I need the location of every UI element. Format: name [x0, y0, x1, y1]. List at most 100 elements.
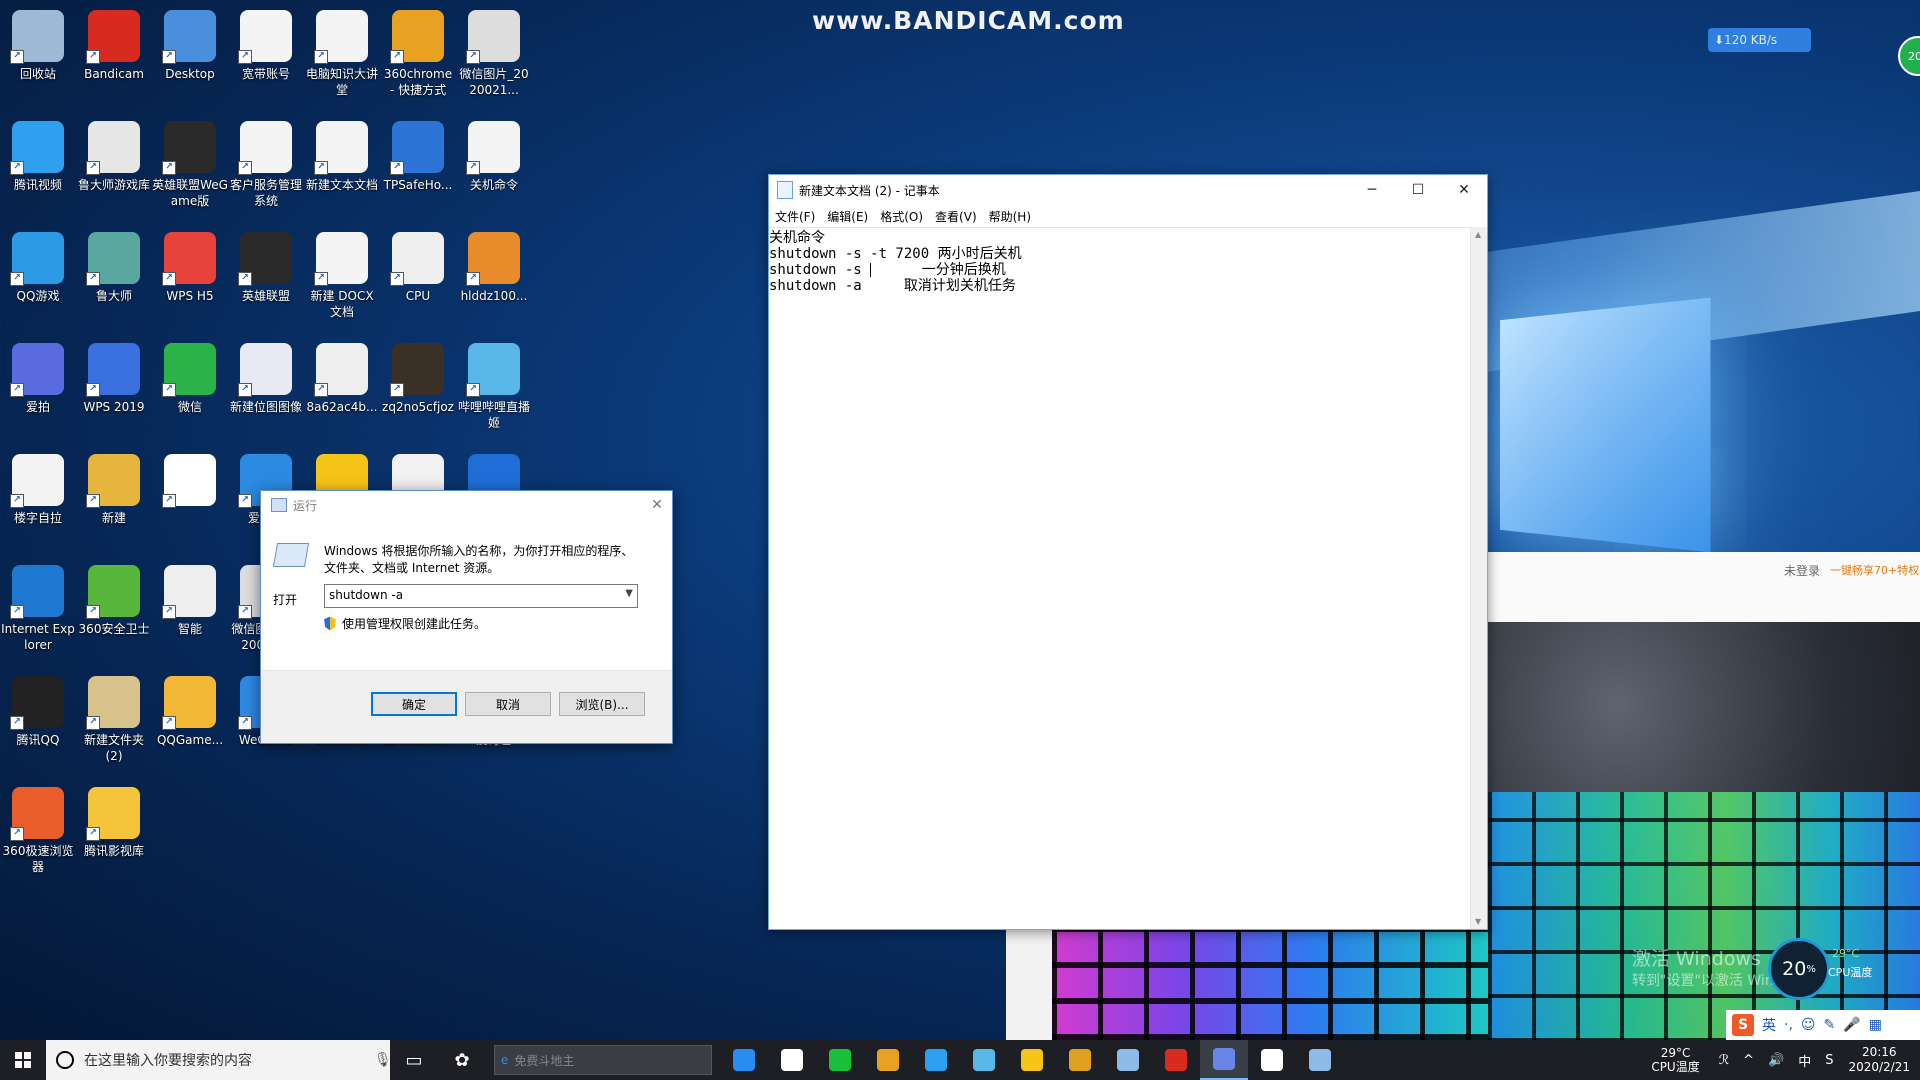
desktop-icon[interactable]: ↗ TPSafeHo...: [380, 115, 456, 193]
desktop-icon[interactable]: ↗ 8a62ac4b...: [304, 337, 380, 415]
desktop-icon[interactable]: ↗ QQGame...: [152, 670, 228, 748]
ime-voice-icon[interactable]: 🎤: [1843, 1017, 1860, 1033]
desktop-icon[interactable]: ↗ 新建文本文档: [304, 115, 380, 193]
ime-lang-toggle[interactable]: 英: [1762, 1015, 1776, 1035]
desktop-icon[interactable]: ↗ 智能: [152, 559, 228, 637]
desktop-icon[interactable]: ↗ 英雄联盟: [228, 226, 304, 304]
desktop-icon[interactable]: ↗ 电脑知识大讲堂: [304, 4, 380, 98]
ime-toolbox-icon[interactable]: ▦: [1869, 1017, 1882, 1033]
desktop-icon[interactable]: ↗ CPU: [380, 226, 456, 304]
run-titlebar[interactable]: 运行 ✕: [261, 491, 672, 519]
iqiyi-icon[interactable]: [816, 1040, 864, 1080]
minimize-button[interactable]: ─: [1349, 175, 1395, 205]
notepad-titlebar[interactable]: 新建文本文档 (2) - 记事本 ─ ☐ ✕: [769, 175, 1487, 205]
menu-edit[interactable]: 编辑(E): [827, 208, 868, 225]
start-button[interactable]: [0, 1040, 46, 1080]
game-search-box[interactable]: e 免费斗地主: [494, 1045, 712, 1075]
browse-button[interactable]: 浏览(B)...: [559, 692, 645, 716]
green-status-badge[interactable]: 20: [1898, 36, 1920, 76]
ime-emoji-icon[interactable]: ☺: [1801, 1017, 1816, 1033]
baidu-netdisk-icon[interactable]: [1248, 1040, 1296, 1080]
menu-help[interactable]: 帮助(H): [989, 208, 1031, 225]
notepad-icon[interactable]: [1104, 1040, 1152, 1080]
desktop-icon[interactable]: ↗ 鲁大师: [76, 226, 152, 304]
app-icon: ↗: [10, 121, 64, 175]
desktop-icon[interactable]: ↗ 英雄联盟WeGame版: [152, 115, 228, 209]
desktop-icon[interactable]: ↗ Desktop: [152, 4, 228, 82]
ok-button[interactable]: 确定: [371, 692, 457, 716]
desktop-icon[interactable]: ↗ WPS H5: [152, 226, 228, 304]
chevron-up-icon[interactable]: ^: [1736, 1053, 1761, 1068]
menu-format[interactable]: 格式(O): [880, 208, 923, 225]
desktop-icon[interactable]: ↗ 回收站: [0, 4, 76, 82]
desktop-icon[interactable]: ↗ Bandicam: [76, 4, 152, 82]
desktop-icon[interactable]: ↗ 腾讯QQ: [0, 670, 76, 748]
desktop-icon[interactable]: ↗ 新建文件夹 (2): [76, 670, 152, 764]
people-icon[interactable]: ℛ: [1712, 1053, 1736, 1068]
scroll-down-icon[interactable]: ▼: [1475, 917, 1481, 926]
menu-file[interactable]: 文件(F): [775, 208, 815, 225]
scroll-up-icon[interactable]: ▲: [1475, 230, 1481, 239]
notepad-text-area[interactable]: 关机命令 shutdown -s -t 7200 两小时后关机 shutdown -…: [769, 227, 1471, 929]
desktop-icon[interactable]: ↗ 微信: [152, 337, 228, 415]
mic-icon[interactable]: 🎙: [374, 1052, 392, 1068]
task-view-icon[interactable]: ▭: [390, 1040, 438, 1080]
bandicam-icon[interactable]: [1152, 1040, 1200, 1080]
desktop-icon[interactable]: ↗ 新建位图图像: [228, 337, 304, 415]
promo-link[interactable]: 一键畅享70+特权: [1830, 562, 1919, 578]
ime-punct-icon[interactable]: ·,: [1784, 1017, 1793, 1033]
run-icon[interactable]: [1296, 1040, 1344, 1080]
desktop-icon[interactable]: ↗ 宽带账号: [228, 4, 304, 82]
desktop-icon[interactable]: ↗ 客户服务管理系统: [228, 115, 304, 209]
desktop-icon[interactable]: ↗ 微信图片_2020021...: [456, 4, 532, 98]
desktop-icon[interactable]: ↗ 新建 DOCX 文档: [304, 226, 380, 320]
desktop-icon[interactable]: ↗ 楼字自拉: [0, 448, 76, 526]
desktop-icon[interactable]: ↗ 360极速浏览器: [0, 781, 76, 875]
volume-icon[interactable]: 🔊: [1761, 1053, 1791, 1068]
sogou-tray-icon[interactable]: S: [1818, 1053, 1840, 1068]
mail-icon[interactable]: [768, 1040, 816, 1080]
desktop-icon[interactable]: ↗ 新建: [76, 448, 152, 526]
desktop-icon[interactable]: ↗ 哔哩哔哩直播姬: [456, 337, 532, 431]
run-command-input[interactable]: shutdown -a ▼: [324, 584, 638, 608]
tray-cpu-temp[interactable]: 29°C CPU温度: [1639, 1046, 1711, 1074]
desktop-icon[interactable]: ↗ 关机命令: [456, 115, 532, 193]
file-manager-icon[interactable]: [960, 1040, 1008, 1080]
ime-handwrite-icon[interactable]: ✎: [1824, 1017, 1836, 1033]
sogou-logo-icon[interactable]: S: [1732, 1014, 1754, 1036]
desktop-icon[interactable]: ↗ 360chrome - 快捷方式: [380, 4, 456, 98]
app-360-icon[interactable]: ✿: [438, 1040, 486, 1080]
login-status[interactable]: 未登录: [1784, 562, 1820, 579]
run-close-button[interactable]: ✕: [642, 497, 672, 513]
notepad-scrollbar[interactable]: ▲ ▼: [1470, 227, 1487, 929]
tencent-video-icon[interactable]: [912, 1040, 960, 1080]
menu-view[interactable]: 查看(V): [935, 208, 977, 225]
chevron-down-icon[interactable]: ▼: [625, 588, 633, 599]
taskbar-search[interactable]: 在这里输入你要搜索的内容 🎙: [46, 1040, 392, 1080]
desktop-icon[interactable]: ↗ 360安全卫士: [76, 559, 152, 637]
desktop-icon[interactable]: ↗: [152, 448, 228, 510]
clock[interactable]: 20:16 2020/2/21: [1840, 1045, 1920, 1075]
input-language-icon[interactable]: 中: [1791, 1051, 1818, 1070]
desktop-icon[interactable]: ↗ Internet Explorer: [0, 559, 76, 653]
desktop-icon[interactable]: ↗ 腾讯视频: [0, 115, 76, 193]
desktop-icon[interactable]: ↗ 鲁大师游戏库: [76, 115, 152, 193]
maximize-button[interactable]: ☐: [1395, 175, 1441, 205]
desktop-icon[interactable]: ↗ 爱拍: [0, 337, 76, 415]
download-speed-badge[interactable]: ⬇120 KB/s: [1708, 28, 1811, 52]
desktop-icon[interactable]: ↗ WPS 2019: [76, 337, 152, 415]
close-button[interactable]: ✕: [1441, 175, 1487, 205]
run-dialog[interactable]: 运行 ✕ Windows 将根据你所输入的名称，为你打开相应的程序、文件夹、文档…: [260, 490, 673, 744]
chrome-icon[interactable]: [864, 1040, 912, 1080]
qqmusic-icon[interactable]: [1008, 1040, 1056, 1080]
notepad-window[interactable]: 新建文本文档 (2) - 记事本 ─ ☐ ✕ 文件(F) 编辑(E) 格式(O)…: [768, 174, 1488, 930]
app-active-icon[interactable]: [1200, 1040, 1248, 1080]
desktop-icon[interactable]: ↗ zq2no5cfjoz: [380, 337, 456, 415]
cancel-button[interactable]: 取消: [465, 692, 551, 716]
desktop-icon[interactable]: ↗ QQ游戏: [0, 226, 76, 304]
desktop-icon[interactable]: ↗ 腾讯影视库: [76, 781, 152, 859]
wegame-icon[interactable]: [1056, 1040, 1104, 1080]
cpu-usage-gauge[interactable]: 20%: [1768, 938, 1830, 1000]
edge-icon[interactable]: [720, 1040, 768, 1080]
desktop-icon[interactable]: ↗ hlddz100...: [456, 226, 532, 304]
